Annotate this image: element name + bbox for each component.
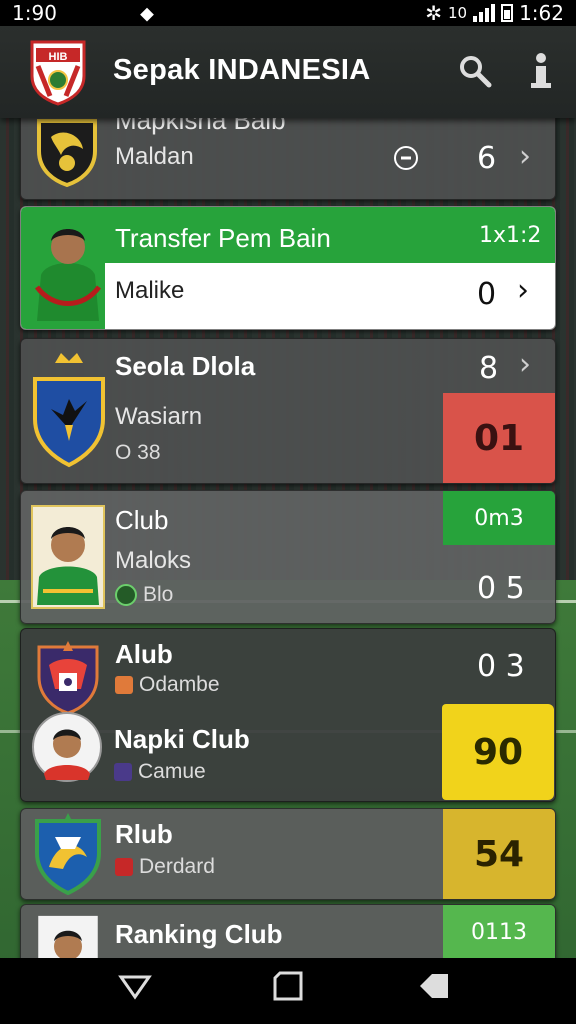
score-box: 0113 — [443, 905, 555, 959]
list-item[interactable]: Transfer Pem Bain 1x1:2 Malike 0 › — [20, 206, 556, 330]
logo-text: HIB — [49, 51, 68, 63]
club-crest-icon — [33, 353, 105, 468]
recent-apps-icon[interactable] — [418, 972, 450, 1000]
score-box: 01 — [443, 393, 555, 483]
remove-icon[interactable] — [393, 145, 419, 171]
club-subtitle: Maloks — [115, 547, 192, 574]
score-box: 54 — [443, 809, 555, 899]
status-clock: 1:62 — [519, 1, 564, 25]
club-meta: Derdard — [139, 855, 215, 878]
club-title: Transfer Pem Bain — [115, 223, 331, 253]
club-meta: Odambe — [139, 673, 220, 696]
club-title: Club — [115, 505, 169, 535]
score-box: 90 — [442, 704, 554, 800]
club-meta: O 38 — [115, 441, 161, 464]
search-icon[interactable] — [458, 54, 492, 88]
club-subtitle: Malike — [115, 277, 185, 304]
player-avatar — [32, 712, 102, 782]
app-logo-icon: HIB — [30, 40, 86, 106]
list-item[interactable]: Club 0m3 Maloks Blo 0 5 — [20, 490, 556, 624]
back-triangle-icon[interactable] — [118, 974, 152, 1000]
club-meta-row: Derdard — [115, 855, 215, 879]
club-meta-row: Odambe — [115, 673, 220, 697]
club-title: Seola Dlola — [115, 351, 256, 381]
list-item[interactable]: Napki Club Camue 90 — [20, 704, 554, 800]
club-meta-row: Camue — [114, 760, 206, 784]
list-item[interactable]: Rlub Derdard 54 — [20, 808, 556, 900]
club-score: 0 5 — [477, 571, 525, 606]
chevron-right-icon[interactable]: › — [519, 347, 531, 382]
status-right-text: 10 — [447, 4, 468, 22]
club-mini-icon — [115, 584, 137, 606]
status-icons: ✲ 10 1:62 — [425, 1, 564, 25]
club-value: 8 — [479, 351, 499, 386]
player-avatar — [31, 505, 105, 609]
club-title: Napki Club — [114, 724, 250, 754]
home-square-icon[interactable] — [272, 970, 304, 1002]
notification-icon: ⬥ — [140, 1, 154, 25]
club-title: Alub — [115, 639, 173, 669]
status-time: 1:90 — [12, 1, 57, 25]
club-meta: Camue — [138, 760, 206, 783]
club-mini-icon — [114, 763, 132, 781]
wifi-icon: ✲ — [425, 1, 442, 25]
score-top: 0m3 — [443, 491, 555, 545]
club-subtitle: Wasiarn — [115, 403, 203, 430]
club-value: 6 — [477, 141, 497, 176]
club-crest-icon — [35, 813, 101, 895]
club-subtitle: Maldan — [115, 143, 194, 170]
club-mini-icon — [115, 858, 133, 876]
club-meta: Blo — [143, 583, 174, 606]
info-icon[interactable] — [526, 52, 556, 90]
club-title: Ranking Club — [115, 919, 283, 949]
club-crest-icon — [37, 119, 97, 187]
chevron-right-icon[interactable]: › — [519, 139, 531, 174]
chevron-right-icon[interactable]: › — [517, 273, 529, 308]
navigation-bar — [0, 958, 576, 1024]
battery-icon — [501, 4, 514, 22]
list-item[interactable]: Seola Dlola 8 › Wasiarn O 38 01 — [20, 338, 556, 484]
club-mini-icon — [115, 676, 133, 694]
club-score: 0 3 — [477, 649, 525, 684]
player-avatar — [34, 229, 102, 321]
status-bar: 1:90 ⬥ ✲ 10 1:62 — [0, 0, 576, 26]
club-title: Rlub — [115, 819, 173, 849]
app-bar: HIB Sepak INDANESIA — [0, 26, 576, 118]
score-top: 1x1:2 — [479, 223, 542, 248]
app-title: Sepak INDANESIA — [113, 54, 371, 86]
club-meta-row: Blo — [115, 583, 173, 607]
signal-icon — [473, 4, 496, 22]
list-item[interactable]: Mapkisha Balb Maldan 6 › — [20, 112, 556, 200]
club-value: 0 — [477, 277, 497, 312]
